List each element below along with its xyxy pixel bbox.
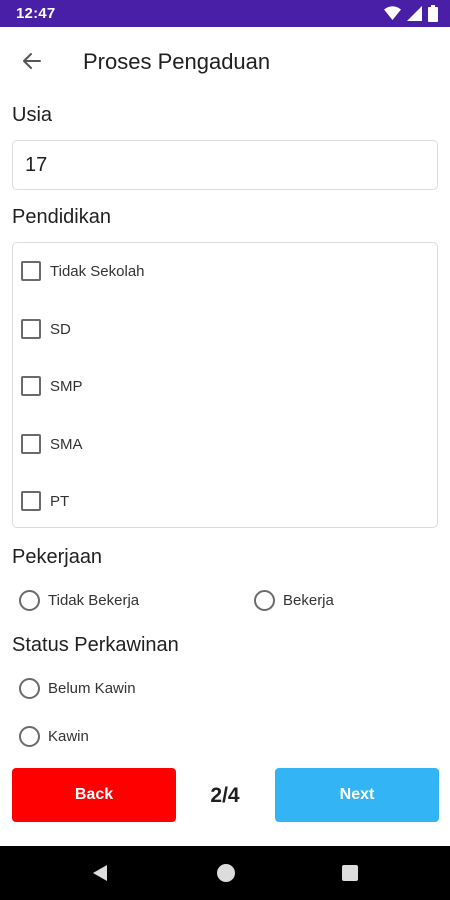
radio-button[interactable] <box>19 677 40 699</box>
back-arrow-icon[interactable] <box>18 47 46 75</box>
status-icons <box>384 5 438 22</box>
checkbox-sma[interactable]: SMA <box>21 432 83 456</box>
checkbox-box[interactable] <box>21 319 41 339</box>
radio-bekerja[interactable]: Bekerja <box>254 588 334 612</box>
next-button[interactable]: Next <box>275 768 439 822</box>
checkbox-label: SMP <box>50 377 83 395</box>
status-perkawinan-label: Status Perkawinan <box>12 634 179 656</box>
checkbox-pt[interactable]: PT <box>21 489 69 513</box>
page-title: Proses Pengaduan <box>83 49 271 74</box>
usia-label: Usia <box>12 104 53 126</box>
checkbox-box[interactable] <box>21 261 41 281</box>
radio-label: Belum Kawin <box>48 679 136 697</box>
checkbox-sd[interactable]: SD <box>21 317 71 341</box>
signal-icon <box>407 6 422 21</box>
nav-back-icon[interactable] <box>90 863 110 883</box>
status-bar: 12:47 <box>0 0 450 27</box>
checkbox-label: SMA <box>50 435 83 453</box>
radio-label: Bekerja <box>283 591 334 609</box>
app-bar: Proses Pengaduan <box>0 27 450 95</box>
wifi-icon <box>384 6 401 21</box>
checkbox-label: Tidak Sekolah <box>50 262 145 280</box>
radio-button[interactable] <box>19 589 40 611</box>
nav-home-icon[interactable] <box>216 863 236 883</box>
checkbox-box[interactable] <box>21 376 41 396</box>
checkbox-tidak-sekolah[interactable]: Tidak Sekolah <box>21 259 145 283</box>
checkbox-box[interactable] <box>21 491 41 511</box>
checkbox-label: PT <box>50 492 70 510</box>
usia-input[interactable] <box>13 141 437 189</box>
radio-kawin[interactable]: Kawin <box>19 724 89 748</box>
checkbox-label: SD <box>50 320 71 338</box>
radio-label: Tidak Bekerja <box>48 591 140 609</box>
battery-icon <box>428 5 438 22</box>
system-nav-bar <box>0 846 450 900</box>
radio-button[interactable] <box>19 725 40 747</box>
usia-field[interactable] <box>12 140 438 190</box>
radio-belum-kawin[interactable]: Belum Kawin <box>19 676 136 700</box>
status-time: 12:47 <box>16 5 56 22</box>
pendidikan-label: Pendidikan <box>12 206 111 228</box>
checkbox-smp[interactable]: SMP <box>21 374 83 398</box>
page-indicator: 2/4 <box>210 784 240 807</box>
checkbox-box[interactable] <box>21 434 41 454</box>
nav-recents-icon[interactable] <box>340 863 360 883</box>
back-button[interactable]: Back <box>12 768 176 822</box>
pekerjaan-label: Pekerjaan <box>12 546 103 568</box>
radio-tidak-bekerja[interactable]: Tidak Bekerja <box>19 588 139 612</box>
radio-label: Kawin <box>48 727 89 745</box>
pendidikan-checkbox-group: Tidak Sekolah SD SMP SMA PT <box>12 242 438 528</box>
radio-button[interactable] <box>254 589 275 611</box>
